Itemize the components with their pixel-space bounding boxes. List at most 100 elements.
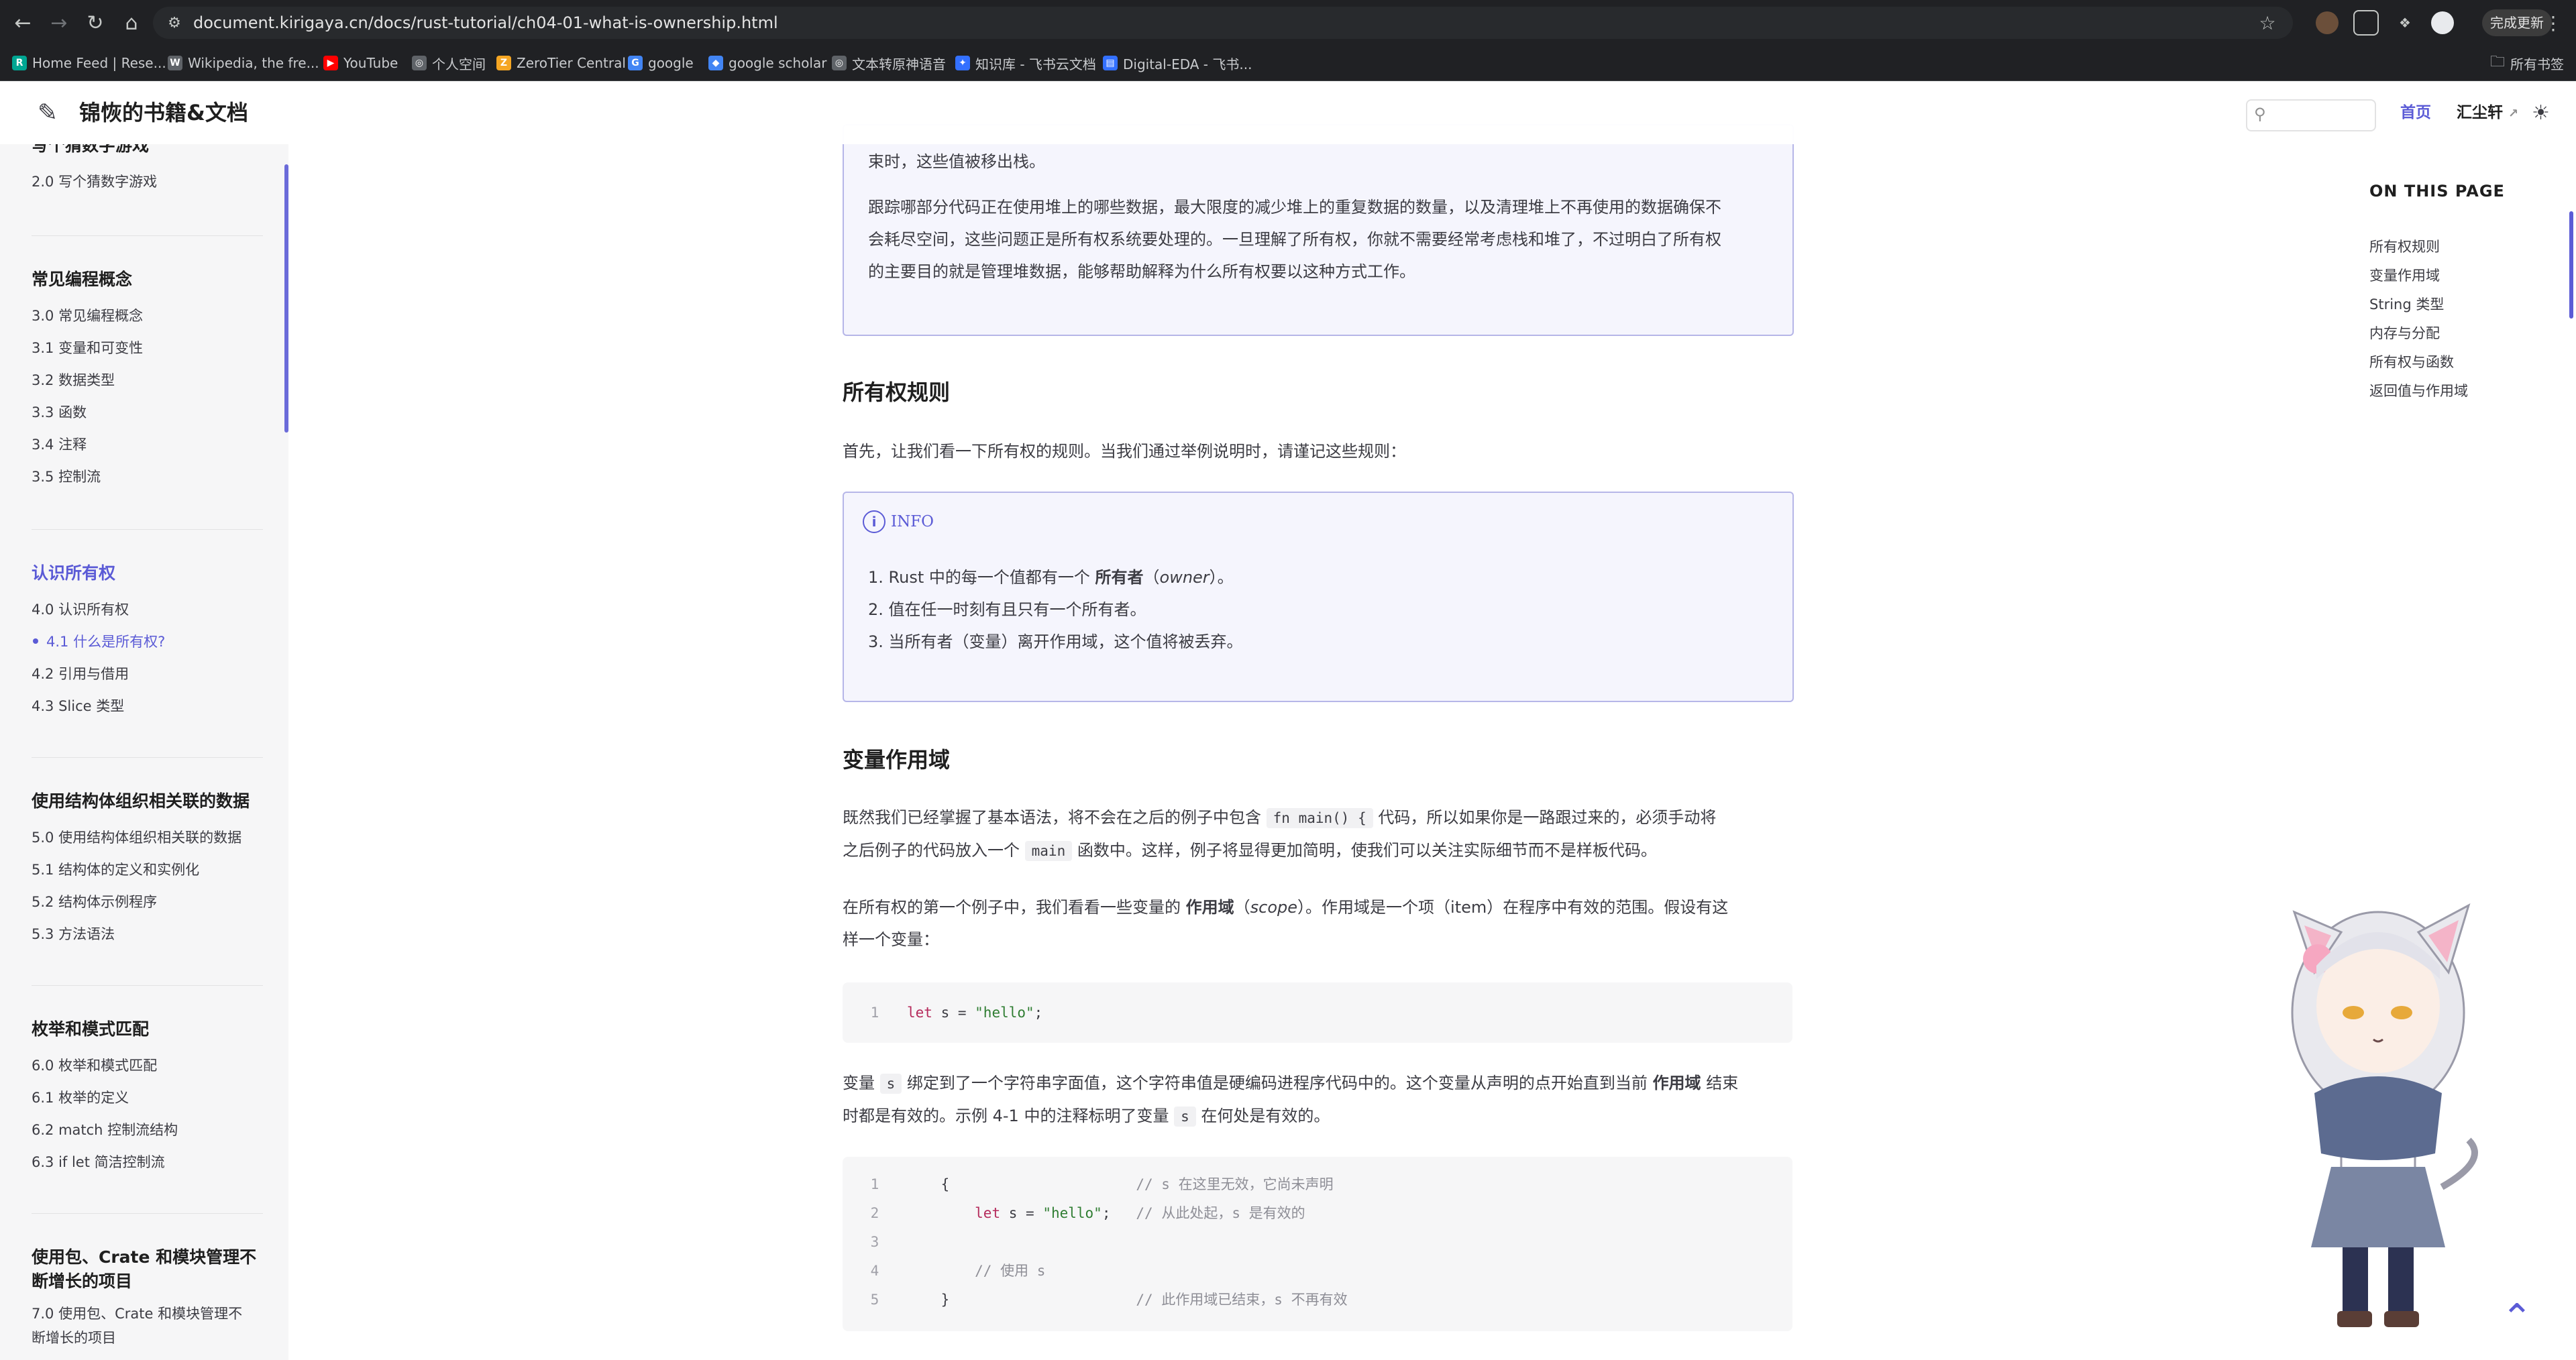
bookmark-favicon-icon: ▶ — [323, 56, 338, 70]
toc-item[interactable]: 所有权与函数 — [2369, 348, 2557, 377]
nav-link-collection[interactable]: 汇尘轩 ↗ — [2457, 81, 2518, 146]
sidebar-item[interactable]: 5.0 使用结构体组织相关联的数据 — [32, 821, 263, 854]
sidebar-group: 认识所有权 4.0 认识所有权 4.1 什么是所有权? 4.2 引用与借用 4.… — [32, 561, 263, 722]
site-logo-icon[interactable]: ✎ — [32, 97, 63, 128]
site-title[interactable]: 锦恢的书籍&文档 — [79, 81, 248, 144]
code-line: 3 — [870, 1234, 879, 1250]
sidebar-item[interactable]: 4.2 引用与借用 — [32, 658, 263, 690]
sidebar-item[interactable]: 4.0 认识所有权 — [32, 593, 263, 626]
sidebar-item[interactable]: 3.3 函数 — [32, 396, 263, 429]
sidebar-item[interactable]: 3.1 变量和可变性 — [32, 332, 263, 364]
sidebar-group-title[interactable]: 常见编程概念 — [32, 268, 263, 292]
menu-kebab-icon[interactable]: ⋮ — [2544, 12, 2563, 34]
sidebar-item[interactable]: 3.0 常见编程概念 — [32, 300, 263, 332]
paragraph: 跟踪哪部分代码正在使用堆上的哪些数据，最大限度的减少堆上的重复数据的数量，以及清… — [868, 198, 1721, 281]
bookmark-item[interactable]: ▤ Digital-EDA - 飞书... — [1103, 46, 1252, 80]
toc-item[interactable]: 所有权规则 — [2369, 233, 2557, 262]
sidebar-item[interactable]: 3.5 控制流 — [32, 461, 263, 493]
paragraph: 变量 s 绑定到了一个字符串字面值，这个字符串值是硬编码进程序代码中的。这个变量… — [843, 1074, 1739, 1127]
sidebar-item[interactable]: 3.4 注释 — [32, 429, 263, 461]
paragraph: 在所有权的第一个例子中，我们看看一些变量的 作用域（scope）。作用域是一个项… — [843, 898, 1729, 949]
sidebar-divider — [32, 757, 263, 758]
sidebar-group-title-active[interactable]: 认识所有权 — [32, 561, 263, 585]
page-scroll-indicator[interactable] — [2569, 211, 2573, 319]
sidebar-item[interactable]: 6.3 if let 简洁控制流 — [32, 1146, 263, 1178]
sidebar-group: 常见编程概念 3.0 常见编程概念 3.1 变量和可变性 3.2 数据类型 3.… — [32, 268, 263, 493]
profile-avatar-icon[interactable] — [2431, 11, 2454, 34]
sidebar-group: 枚举和模式匹配 6.0 枚举和模式匹配 6.1 枚举的定义 6.2 match … — [32, 1017, 263, 1178]
sidebar-group: 使用包、Crate 和模块管理不 断增长的项目 7.0 使用包、Crate 和模块… — [32, 1245, 263, 1350]
sidebar-divider — [32, 235, 263, 236]
sidebar-group-title[interactable]: 使用包、Crate 和模块管理不 断增长的项目 — [32, 1245, 263, 1294]
info-box: i INFO 1. Rust 中的每一个值都有一个 所有者（owner）。 2.… — [843, 492, 1794, 702]
heading-ownership-rules: 所有权规则 — [843, 380, 951, 405]
bookmark-item[interactable]: ◆ google scholar — [708, 46, 826, 80]
mascot-character-image[interactable] — [2267, 872, 2496, 1335]
bookmark-favicon-icon: ◎ — [832, 56, 847, 70]
back-icon[interactable]: ← — [7, 7, 39, 39]
sidebar-group-title[interactable]: 使用结构体组织相关联的数据 — [32, 789, 263, 813]
sidebar-group-title[interactable]: 枚举和模式匹配 — [32, 1017, 263, 1041]
toc-item[interactable]: 内存与分配 — [2369, 319, 2557, 348]
update-button[interactable]: 完成更新 — [2482, 9, 2552, 36]
code-block[interactable]: 1 let s = "hello"; — [843, 982, 1792, 1043]
address-bar[interactable]: ⚙ document.kirigaya.cn/docs/rust-tutoria… — [153, 7, 2293, 39]
bookmark-item[interactable]: W Wikipedia, the fre... — [168, 46, 319, 80]
bookmark-star-icon[interactable]: ☆ — [2254, 9, 2281, 36]
back-to-top-icon[interactable]: ⌃ — [2497, 1296, 2537, 1340]
ownership-rules-list: 1. Rust 中的每一个值都有一个 所有者（owner）。 2. 值在任一时刻… — [868, 561, 1771, 658]
toc-item[interactable]: 返回值与作用域 — [2369, 377, 2557, 406]
bookmark-favicon-icon: W — [168, 56, 182, 70]
bookmark-favicon-icon: Z — [496, 56, 511, 70]
paragraph: 束时，这些值被移出栈。 — [868, 152, 1045, 171]
sidebar-item[interactable]: 5.2 结构体示例程序 — [32, 886, 263, 918]
bookmark-item[interactable]: ◎ 个人空间 — [412, 46, 486, 80]
toc-item[interactable]: 变量作用域 — [2369, 262, 2557, 290]
browser-toolbar: ← → ↻ ⌂ ⚙ document.kirigaya.cn/docs/rust… — [0, 0, 2576, 46]
site-info-icon[interactable]: ⚙ — [162, 11, 186, 35]
sidebar-item[interactable]: 6.2 match 控制流结构 — [32, 1114, 263, 1146]
code-line: 1 { // s 在这里无效，它尚未声明 — [870, 1176, 1334, 1192]
sidebar: 写个猜数字游戏 2.0 写个猜数字游戏 常见编程概念 3.0 常见编程概念 3.… — [0, 144, 288, 1360]
site-navbar: ✎ 锦恢的书籍&文档 ⚲ 首页 汇尘轩 ↗ ☀ — [0, 81, 2576, 144]
bookmark-item[interactable]: Ggoogle — [628, 46, 694, 80]
sidebar-item[interactable]: 6.0 枚举和模式匹配 — [32, 1050, 263, 1082]
sidebar-item[interactable]: 4.3 Slice 类型 — [32, 690, 263, 722]
sidebar-item[interactable]: 3.2 数据类型 — [32, 364, 263, 396]
home-icon[interactable]: ⌂ — [115, 7, 148, 39]
sidebar-item[interactable]: 6.1 枚举的定义 — [32, 1082, 263, 1114]
bookmark-item[interactable]: Z ZeroTier Central — [496, 46, 626, 80]
extension-box-icon[interactable] — [2353, 10, 2379, 36]
extensions-puzzle-icon[interactable]: ❖ — [2394, 11, 2416, 34]
extension-avatar-icon[interactable] — [2316, 11, 2339, 34]
sidebar-divider — [32, 529, 263, 530]
forward-icon[interactable]: → — [43, 7, 75, 39]
active-dot-icon — [33, 638, 38, 644]
sidebar-item[interactable]: 7.0 使用包、Crate 和模块管理不 断增长的项目 — [32, 1302, 263, 1350]
toc-item[interactable]: String 类型 — [2369, 290, 2557, 319]
code-line: 2 let s = "hello"; // 从此处起，s 是有效的 — [870, 1205, 1305, 1221]
table-of-contents: ON THIS PAGE 所有权规则 变量作用域 String 类型 内存与分配… — [2369, 178, 2557, 406]
theme-toggle-icon[interactable]: ☀ — [2532, 101, 2550, 125]
bookmark-item[interactable]: ◎ 文本转原神语音 — [832, 46, 946, 80]
search-input[interactable]: ⚲ — [2246, 99, 2376, 131]
bookmark-favicon-icon: ▤ — [1103, 56, 1118, 70]
bookmark-item[interactable]: ▶ YouTube — [323, 46, 398, 80]
all-bookmarks[interactable]: 🗀 所有书签 — [2490, 46, 2564, 80]
list-item: 2. 值在任一时刻有且只有一个所有者。 — [868, 600, 1146, 619]
bookmark-item[interactable]: ✦ 知识库 - 飞书云文档 — [955, 46, 1096, 80]
sidebar-item[interactable]: 5.3 方法语法 — [32, 918, 263, 950]
sidebar-item[interactable]: 2.0 写个猜数字游戏 — [32, 166, 263, 198]
sidebar-item-active[interactable]: 4.1 什么是所有权? — [32, 626, 263, 658]
reload-icon[interactable]: ↻ — [79, 7, 111, 39]
nav-link-home[interactable]: 首页 — [2400, 81, 2431, 144]
code-block[interactable]: 1 { // s 在这里无效，它尚未声明 2 let s = "hello"; … — [843, 1157, 1792, 1331]
bookmark-item[interactable]: R Home Feed | Rese... — [12, 46, 166, 80]
bookmark-favicon-icon: ◆ — [708, 56, 723, 70]
url-text[interactable]: document.kirigaya.cn/docs/rust-tutorial/… — [193, 7, 778, 39]
sidebar-scroll-indicator[interactable] — [284, 164, 288, 433]
info-label: INFO — [891, 513, 934, 530]
sidebar-group-title[interactable]: 写个猜数字游戏 — [32, 144, 263, 158]
bookmark-favicon-icon: R — [12, 56, 27, 70]
sidebar-item[interactable]: 5.1 结构体的定义和实例化 — [32, 854, 263, 886]
